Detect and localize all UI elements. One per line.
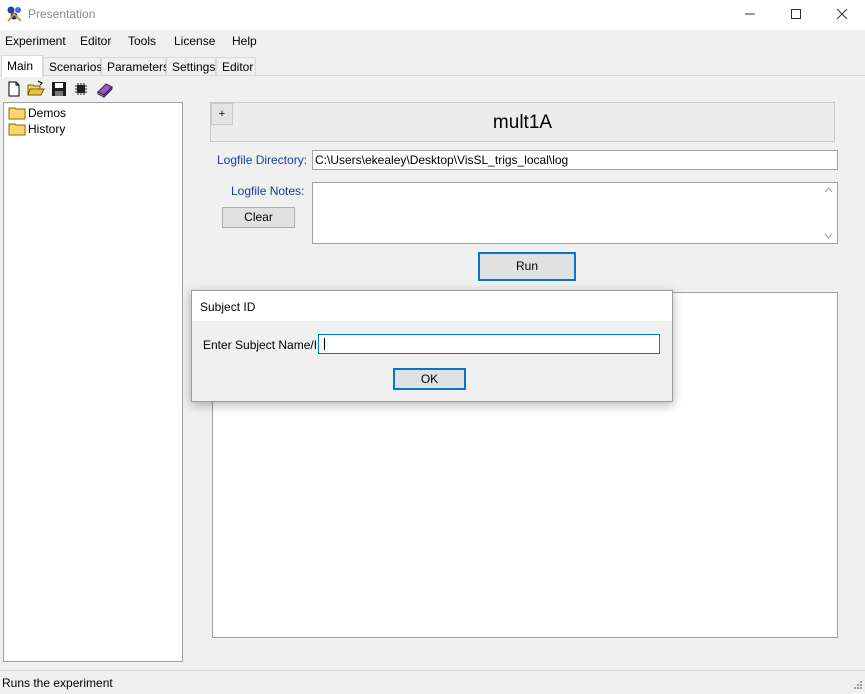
menu-experiment[interactable]: Experiment xyxy=(5,34,66,48)
subject-id-dialog: Subject ID Enter Subject Name/ID: OK xyxy=(191,290,673,402)
experiment-header: + mult1A xyxy=(210,102,835,142)
resize-grip-icon[interactable] xyxy=(851,680,863,692)
window-title: Presentation xyxy=(28,7,96,21)
folder-icon xyxy=(8,107,26,120)
tree-item-label: History xyxy=(28,122,66,136)
minimize-button[interactable] xyxy=(727,0,773,30)
tab-scenarios[interactable]: Scenarios xyxy=(43,57,102,76)
main-tabs: Main Scenarios Parameters Settings Edito… xyxy=(0,55,865,77)
scroll-up-icon[interactable] xyxy=(824,187,833,193)
experiment-title: mult1A xyxy=(492,112,553,133)
run-button[interactable]: Run xyxy=(478,252,576,281)
books-icon[interactable] xyxy=(96,80,114,99)
minimize-icon xyxy=(745,13,755,15)
clear-button[interactable]: Clear xyxy=(222,207,295,228)
scroll-down-icon[interactable] xyxy=(824,233,833,239)
save-icon[interactable] xyxy=(50,80,68,98)
toolbar xyxy=(0,79,140,99)
status-bar: Runs the experiment xyxy=(0,670,865,694)
menu-help[interactable]: Help xyxy=(232,34,257,48)
notes-scrollbar[interactable] xyxy=(820,183,837,243)
tab-settings[interactable]: Settings xyxy=(166,57,216,76)
status-text: Runs the experiment xyxy=(2,676,113,690)
tab-main[interactable]: Main xyxy=(1,55,43,77)
dialog-title: Subject ID xyxy=(200,300,256,314)
new-file-icon[interactable] xyxy=(5,80,23,98)
chip-icon[interactable] xyxy=(72,80,90,98)
window-titlebar: Presentation xyxy=(0,0,865,30)
logfile-notes-field[interactable] xyxy=(312,182,838,244)
close-button[interactable] xyxy=(819,0,865,30)
tab-editor[interactable]: Editor xyxy=(216,57,256,76)
menu-license[interactable]: License xyxy=(174,34,215,48)
menu-tools[interactable]: Tools xyxy=(128,34,156,48)
maximize-icon xyxy=(791,9,801,19)
dialog-titlebar: Subject ID xyxy=(192,291,672,321)
logfile-notes-label: Logfile Notes: xyxy=(231,184,305,198)
open-folder-icon[interactable] xyxy=(27,80,45,98)
subject-name-label: Enter Subject Name/ID: xyxy=(203,338,330,352)
presentation-app-icon xyxy=(6,5,24,23)
logfile-directory-field[interactable]: C:\Users\ekealey\Desktop\VisSL_trigs_loc… xyxy=(312,150,838,170)
text-caret xyxy=(324,338,325,350)
menu-editor[interactable]: Editor xyxy=(80,34,111,48)
maximize-button[interactable] xyxy=(773,0,819,30)
logfile-directory-label: Logfile Directory: xyxy=(217,153,308,167)
menu-bar: Experiment Editor Tools License Help xyxy=(0,30,865,52)
subject-name-input[interactable] xyxy=(318,334,660,354)
folder-icon xyxy=(8,123,26,136)
tab-parameters[interactable]: Parameters xyxy=(101,57,169,76)
ok-button[interactable]: OK xyxy=(393,368,466,390)
experiment-tree[interactable]: Demos History xyxy=(3,102,183,662)
tree-item-label: Demos xyxy=(28,106,67,120)
close-icon xyxy=(836,8,848,20)
